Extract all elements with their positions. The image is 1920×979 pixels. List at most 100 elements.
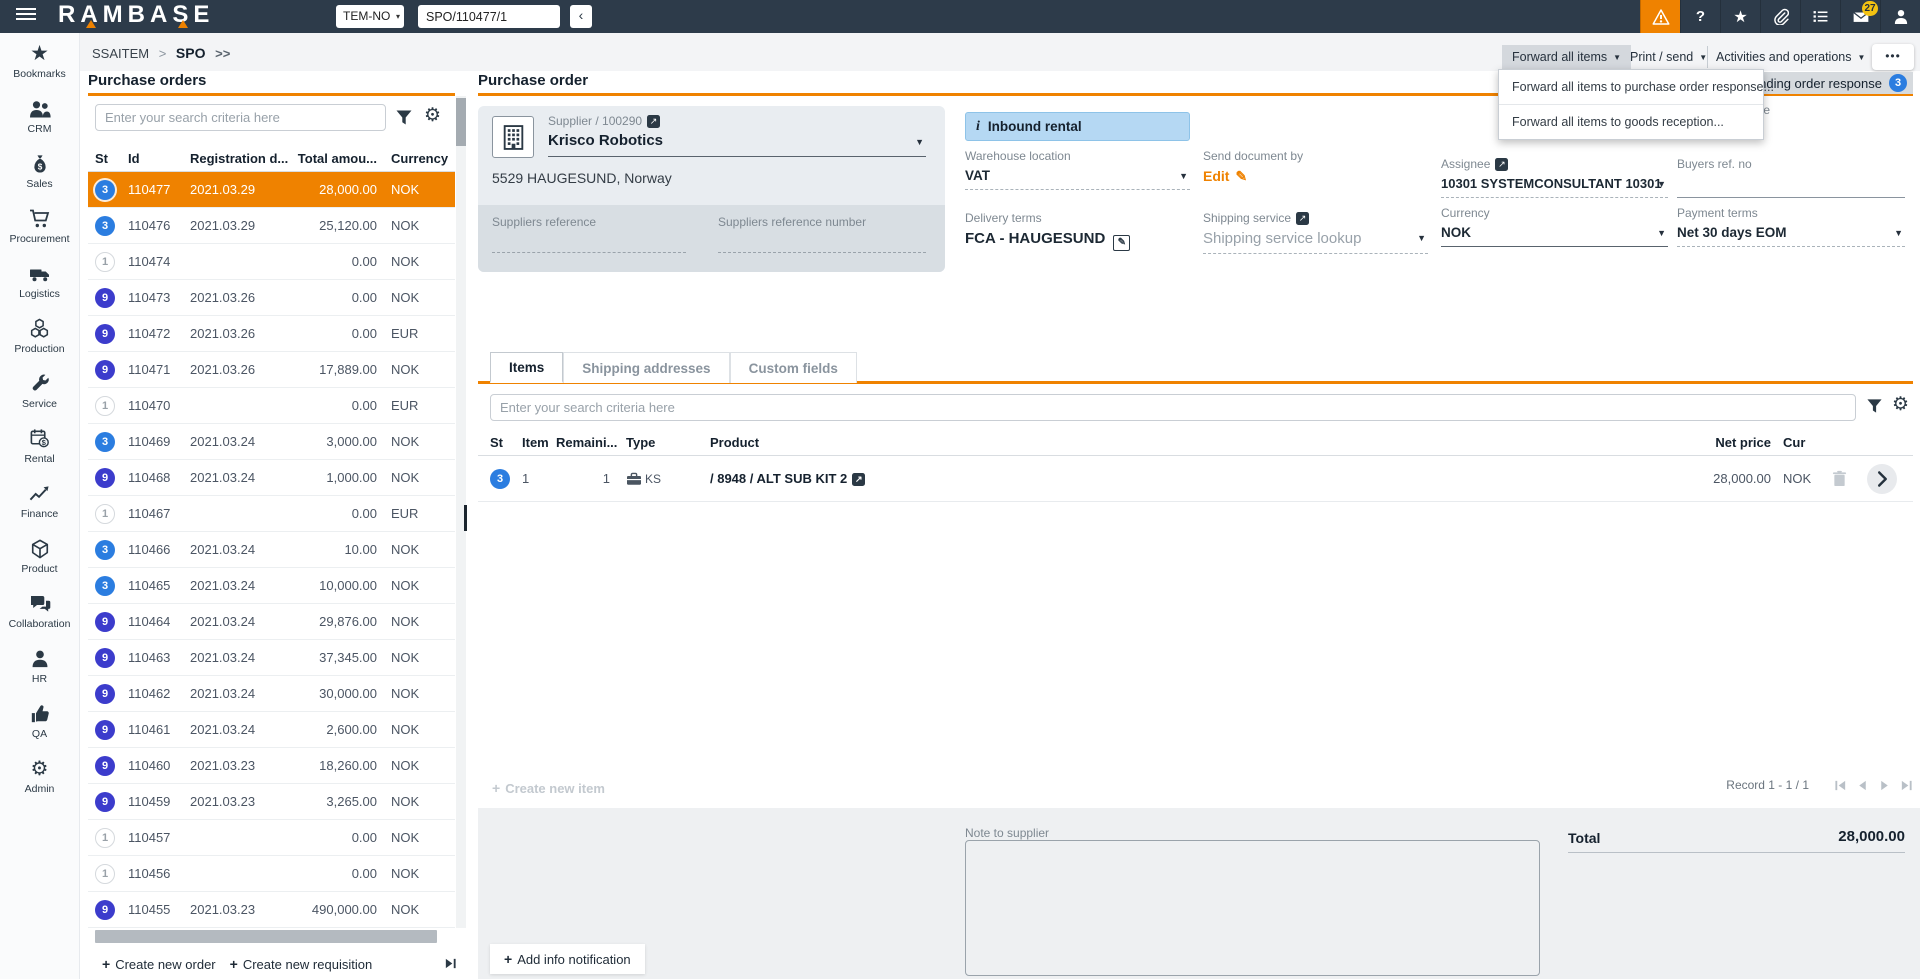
order-row-110468[interactable]: 91104682021.03.241,000.00NOK — [88, 460, 455, 496]
col-registration-date[interactable]: Registration d... — [190, 151, 297, 166]
warehouse-location-field[interactable]: Warehouse location VAT — [965, 149, 1190, 190]
assignee-field[interactable]: Assignee 10301 SYSTEMCONSULTANT 10301 — [1441, 157, 1668, 198]
item-row[interactable]: 3 1 1 KS / 8948 / ALT SUB KIT 2 28,000.0… — [478, 456, 1913, 502]
sidebar-item-rental[interactable]: $Rental — [0, 418, 79, 473]
tasks-button[interactable] — [1800, 0, 1840, 33]
edit-icon[interactable] — [1113, 235, 1130, 251]
external-link-icon[interactable] — [1296, 212, 1309, 225]
items-filter-button[interactable] — [1866, 398, 1883, 415]
filter-button[interactable] — [395, 109, 413, 127]
sidebar-item-crm[interactable]: CRM — [0, 88, 79, 143]
expand-panel-button[interactable] — [444, 957, 457, 970]
order-row-110471[interactable]: 91104712021.03.2617,889.00NOK — [88, 352, 455, 388]
first-page-button[interactable] — [1834, 779, 1847, 792]
menu-item-2[interactable]: Forward all items to goods reception... — [1499, 104, 1763, 139]
payment-terms-field[interactable]: Payment terms Net 30 days EOM — [1677, 206, 1905, 247]
warning-button[interactable] — [1640, 0, 1680, 33]
external-link-icon[interactable] — [647, 115, 660, 128]
delete-item-button[interactable] — [1821, 470, 1857, 487]
inbound-rental-banner[interactable]: i Inbound rental — [965, 112, 1190, 141]
hamburger-menu-icon[interactable] — [16, 8, 36, 24]
attachments-button[interactable] — [1760, 0, 1800, 33]
sidebar-item-finance[interactable]: Finance — [0, 473, 79, 528]
back-button[interactable]: ‹ — [570, 5, 592, 28]
scrollbar-thumb[interactable] — [456, 98, 466, 146]
order-row-110455[interactable]: 91104552021.03.23490,000.00NOK — [88, 892, 455, 928]
open-item-button[interactable] — [1867, 464, 1897, 494]
sidebar-item-bookmarks[interactable]: ★Bookmarks — [0, 33, 79, 88]
suppliers-reference-input[interactable] — [492, 252, 686, 253]
sidebar-item-sales[interactable]: $Sales — [0, 143, 79, 198]
order-row-110464[interactable]: 91104642021.03.2429,876.00NOK — [88, 604, 455, 640]
breadcrumb-root[interactable]: SSAITEM — [92, 46, 149, 61]
external-link-icon[interactable] — [1495, 158, 1508, 171]
order-row-110472[interactable]: 91104722021.03.260.00EUR — [88, 316, 455, 352]
supplier-select[interactable]: Krisco Robotics — [548, 132, 926, 157]
note-to-supplier-textarea[interactable] — [965, 840, 1540, 976]
forward-all-items-button[interactable]: Forward all items — [1502, 45, 1631, 69]
favorites-button[interactable]: ★ — [1720, 0, 1760, 33]
order-row-110462[interactable]: 91104622021.03.2430,000.00NOK — [88, 676, 455, 712]
order-row-110460[interactable]: 91104602021.03.2318,260.00NOK — [88, 748, 455, 784]
tab-custom-fields[interactable]: Custom fields — [730, 352, 857, 383]
edit-link[interactable]: Edit — [1203, 168, 1229, 184]
shipping-service-field[interactable]: Shipping service Shipping service lookup — [1203, 211, 1428, 254]
order-row-110461[interactable]: 91104612021.03.242,600.00NOK — [88, 712, 455, 748]
order-row-110465[interactable]: 31104652021.03.2410,000.00NOK — [88, 568, 455, 604]
next-page-button[interactable] — [1878, 779, 1891, 792]
module-select[interactable]: TEM-NO▾ — [336, 5, 404, 28]
external-link-icon[interactable] — [852, 473, 865, 486]
create-new-order-button[interactable]: +Create new order — [102, 956, 216, 972]
buyers-ref-field[interactable]: Buyers ref. no — [1677, 157, 1905, 198]
order-row-110463[interactable]: 91104632021.03.2437,345.00NOK — [88, 640, 455, 676]
create-new-requisition-button[interactable]: +Create new requisition — [230, 956, 373, 972]
col-total-amount[interactable]: Total amou... — [297, 151, 377, 166]
breadcrumb-current[interactable]: SPO — [176, 45, 206, 61]
breadcrumb[interactable]: SSAITEM > SPO >> — [92, 45, 230, 61]
last-page-button[interactable] — [1900, 779, 1913, 792]
profile-button[interactable] — [1880, 0, 1920, 33]
panel-splitter-handle[interactable] — [464, 505, 467, 531]
document-ref-input[interactable] — [418, 5, 560, 28]
suppliers-reference-number-input[interactable] — [718, 252, 926, 253]
sidebar-item-qa[interactable]: QA — [0, 693, 79, 748]
messages-button[interactable]: 27 — [1840, 0, 1880, 33]
sidebar-item-admin[interactable]: ⚙Admin — [0, 748, 79, 803]
tab-shipping-addresses[interactable]: Shipping addresses — [563, 352, 729, 383]
sidebar-item-product[interactable]: Product — [0, 528, 79, 583]
delivery-terms-field[interactable]: Delivery terms FCA - HAUGESUND — [965, 211, 1190, 257]
order-row-110477[interactable]: 31104772021.03.2928,000.00NOK — [88, 172, 455, 208]
tab-items[interactable]: Items — [490, 352, 563, 383]
currency-field[interactable]: Currency NOK — [1441, 206, 1668, 247]
sidebar-item-procurement[interactable]: Procurement — [0, 198, 79, 253]
horizontal-scrollbar[interactable] — [95, 930, 437, 943]
order-row-110469[interactable]: 31104692021.03.243,000.00NOK — [88, 424, 455, 460]
sidebar-item-production[interactable]: Production — [0, 308, 79, 363]
order-row-110476[interactable]: 31104762021.03.2925,120.00NOK — [88, 208, 455, 244]
print-send-button[interactable]: Print / send — [1630, 47, 1707, 67]
order-row-110474[interactable]: 11104740.00NOK — [88, 244, 455, 280]
order-row-110456[interactable]: 11104560.00NOK — [88, 856, 455, 892]
menu-item-1[interactable]: Forward all items to purchase order resp… — [1499, 70, 1763, 104]
col-id[interactable]: Id — [128, 151, 190, 166]
add-info-notification-button[interactable]: +Add info notification — [490, 944, 645, 974]
order-row-110457[interactable]: 11104570.00NOK — [88, 820, 455, 856]
col-currency[interactable]: Currency — [377, 151, 450, 166]
orders-search-input[interactable] — [95, 104, 386, 131]
sidebar-item-collaboration[interactable]: Collaboration — [0, 583, 79, 638]
items-search-input[interactable] — [490, 394, 1856, 421]
sidebar-item-logistics[interactable]: Logistics — [0, 253, 79, 308]
item-product[interactable]: / 8948 / ALT SUB KIT 2 — [694, 471, 1661, 486]
order-row-110470[interactable]: 11104700.00EUR — [88, 388, 455, 424]
prev-page-button[interactable] — [1856, 779, 1869, 792]
activities-operations-button[interactable]: Activities and operations — [1716, 47, 1865, 67]
help-button[interactable]: ? — [1680, 0, 1720, 33]
order-row-110459[interactable]: 91104592021.03.233,265.00NOK — [88, 784, 455, 820]
more-options-button[interactable]: ••• — [1872, 44, 1914, 70]
order-row-110467[interactable]: 11104670.00EUR — [88, 496, 455, 532]
order-row-110466[interactable]: 31104662021.03.2410.00NOK — [88, 532, 455, 568]
sidebar-item-hr[interactable]: HR — [0, 638, 79, 693]
order-row-110473[interactable]: 91104732021.03.260.00NOK — [88, 280, 455, 316]
sidebar-item-service[interactable]: Service — [0, 363, 79, 418]
items-settings-button[interactable]: ⚙ — [1892, 395, 1909, 414]
